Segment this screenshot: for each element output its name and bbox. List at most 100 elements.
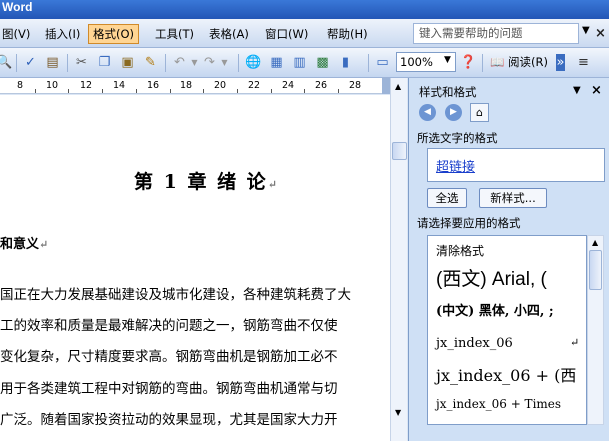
toolbar-separator xyxy=(67,54,68,72)
format-painter-icon[interactable]: ✎ xyxy=(142,54,159,71)
format-item-clear[interactable]: 清除格式 xyxy=(436,242,484,259)
section-subheading-text: 和意义 xyxy=(0,237,40,252)
selected-format-value[interactable]: 超链接 xyxy=(436,156,475,175)
apply-format-label: 请选择要应用的格式 xyxy=(417,216,521,230)
tables-borders-icon[interactable]: ▦ xyxy=(268,54,285,71)
format-item-western[interactable]: (西文) Arial, ( xyxy=(436,264,547,291)
help-search-input[interactable]: 键入需要帮助的问题 xyxy=(413,23,579,44)
body-line: 国正在大力发展基础建设及城市化建设，各种建筑耗费了大 xyxy=(0,287,351,303)
document-scrollbar[interactable]: ▲ ▼ xyxy=(390,78,407,441)
select-all-button[interactable]: 全选 xyxy=(427,188,467,208)
body-line: 用于各类建筑工程中对钢筋的弯曲。钢筋弯曲机通常与切 xyxy=(0,381,338,397)
toolbar-separator xyxy=(16,54,17,72)
document-close-icon[interactable]: × xyxy=(595,26,606,41)
scroll-thumb[interactable] xyxy=(392,142,407,160)
toolbar-separator xyxy=(238,54,239,72)
forward-icon[interactable]: ▶ xyxy=(445,104,462,121)
task-pane-title: 样式和格式 xyxy=(419,85,477,99)
ruler-number: 22 xyxy=(248,80,261,91)
ruler-number: 12 xyxy=(80,80,93,91)
menu-table[interactable]: 表格(A) xyxy=(204,24,254,44)
ruler-tick xyxy=(68,89,69,93)
ruler-tick xyxy=(136,89,137,93)
zoom-dropdown-icon[interactable]: ▼ xyxy=(444,55,451,65)
menu-view[interactable]: 图(V) xyxy=(0,24,35,44)
ruler-number: 10 xyxy=(46,80,59,91)
menu-tools[interactable]: 工具(T) xyxy=(150,24,199,44)
cut-icon[interactable]: ✂ xyxy=(73,54,90,71)
task-pane-close-icon[interactable]: × xyxy=(591,83,602,98)
ruler-tick xyxy=(271,89,272,93)
help-dropdown-icon[interactable]: ▼ xyxy=(582,25,590,36)
selected-format-box: 超链接 xyxy=(427,148,605,182)
ruler-tick xyxy=(203,89,204,93)
ruler-number: 14 xyxy=(113,80,126,91)
home-icon[interactable]: ⌂ xyxy=(470,103,489,122)
help-icon[interactable]: ❓ xyxy=(460,54,477,71)
chapter-heading: 第 1 章 绪 论↵ xyxy=(134,167,279,194)
format-item-jx-index-times[interactable]: jx_index_06 + Times xyxy=(436,397,561,411)
menu-help[interactable]: 帮助(H) xyxy=(322,24,373,44)
toolbar-options-icon[interactable]: » xyxy=(556,54,565,71)
align-icon[interactable]: ≡ xyxy=(575,54,592,71)
ruler-number: 28 xyxy=(349,80,362,91)
ruler-number: 18 xyxy=(180,80,193,91)
window-title: Word xyxy=(2,0,33,14)
toolbar-separator xyxy=(368,54,369,72)
ruler-tick xyxy=(338,89,339,93)
horizontal-ruler[interactable]: 8 10 12 14 16 18 20 22 24 26 28 xyxy=(0,78,392,94)
ruler-tick xyxy=(35,89,36,93)
read-button[interactable]: 📖 阅读(R) xyxy=(490,54,548,70)
insert-table-icon[interactable]: ▥ xyxy=(291,54,308,71)
columns-icon[interactable]: ▮ xyxy=(337,54,354,71)
ruler-number: 26 xyxy=(315,80,328,91)
menu-insert[interactable]: 插入(I) xyxy=(40,24,85,44)
ruler-tick xyxy=(304,89,305,93)
ruler-number: 20 xyxy=(214,80,227,91)
read-button-label: 阅读(R) xyxy=(507,55,548,69)
title-bar: Word xyxy=(0,0,609,19)
insert-excel-icon[interactable]: ▩ xyxy=(314,54,331,71)
spelling-icon[interactable]: ✓ xyxy=(22,54,39,71)
back-icon[interactable]: ◀ xyxy=(419,104,436,121)
format-item-chinese[interactable]: (中文) 黑体, 小四, ; xyxy=(436,300,554,319)
print-preview-icon[interactable]: 🔍 xyxy=(0,54,13,71)
ruler-number: 24 xyxy=(282,80,295,91)
research-icon[interactable]: ▤ xyxy=(44,54,61,71)
task-pane-header: 样式和格式 ▼ × xyxy=(409,82,609,100)
body-line: 变化复杂，尺寸精度要求高。钢筋弯曲机是钢筋加工必不 xyxy=(0,349,338,365)
list-scroll-thumb[interactable] xyxy=(589,250,602,290)
format-item-jx-index-western[interactable]: jx_index_06 + (西 xyxy=(436,362,576,386)
menu-format[interactable]: 格式(O) xyxy=(88,24,140,44)
format-item-jx-index-text: jx_index_06 xyxy=(436,336,513,351)
body-line: 广泛。随着国家投资拉动的效果显现，尤其是国家大力开 xyxy=(0,412,338,428)
redo-dropdown-icon[interactable]: ▼ xyxy=(216,54,233,71)
document-map-icon[interactable]: ▭ xyxy=(374,54,391,71)
ruler-tick xyxy=(237,89,238,93)
ruler-tick xyxy=(102,89,103,93)
copy-icon[interactable]: ❐ xyxy=(96,54,113,71)
chapter-heading-text: 第 1 章 绪 论 xyxy=(134,171,268,193)
paste-icon[interactable]: ▣ xyxy=(119,54,136,71)
hyperlink-icon[interactable]: 🌐 xyxy=(245,54,262,71)
ruler-number: 16 xyxy=(147,80,160,91)
section-subheading: 和意义↵ xyxy=(0,233,48,252)
menu-window[interactable]: 窗口(W) xyxy=(260,24,313,44)
ruler-tick xyxy=(170,89,171,93)
scroll-up-icon[interactable]: ▲ xyxy=(395,82,401,91)
list-scroll-up-icon[interactable]: ▲ xyxy=(592,238,598,247)
body-line: 工的效率和质量是最难解决的问题之一，钢筋弯曲不仅使 xyxy=(0,318,338,334)
document-page[interactable]: 第 1 章 绪 论↵ 和意义↵ 国正在大力发展基础建设及城市化建设，各种建筑耗费… xyxy=(0,95,390,441)
task-pane-dropdown-icon[interactable]: ▼ xyxy=(573,85,581,96)
toolbar-separator xyxy=(482,54,483,72)
paragraph-mark-icon: ↵ xyxy=(570,336,580,349)
paragraph-mark: ↵ xyxy=(267,178,279,191)
toolbar-separator xyxy=(165,54,166,72)
format-item-jx-index[interactable]: jx_index_06 ↵ xyxy=(436,336,579,351)
new-style-button[interactable]: 新样式... xyxy=(479,188,547,208)
scroll-down-icon[interactable]: ▼ xyxy=(395,408,401,417)
selected-format-label: 所选文字的格式 xyxy=(417,131,498,145)
format-list-scrollbar[interactable]: ▲ xyxy=(587,235,604,425)
paragraph-mark: ↵ xyxy=(39,238,49,251)
format-list: 清除格式 (西文) Arial, ( (中文) 黑体, 小四, ; jx_ind… xyxy=(427,235,587,425)
